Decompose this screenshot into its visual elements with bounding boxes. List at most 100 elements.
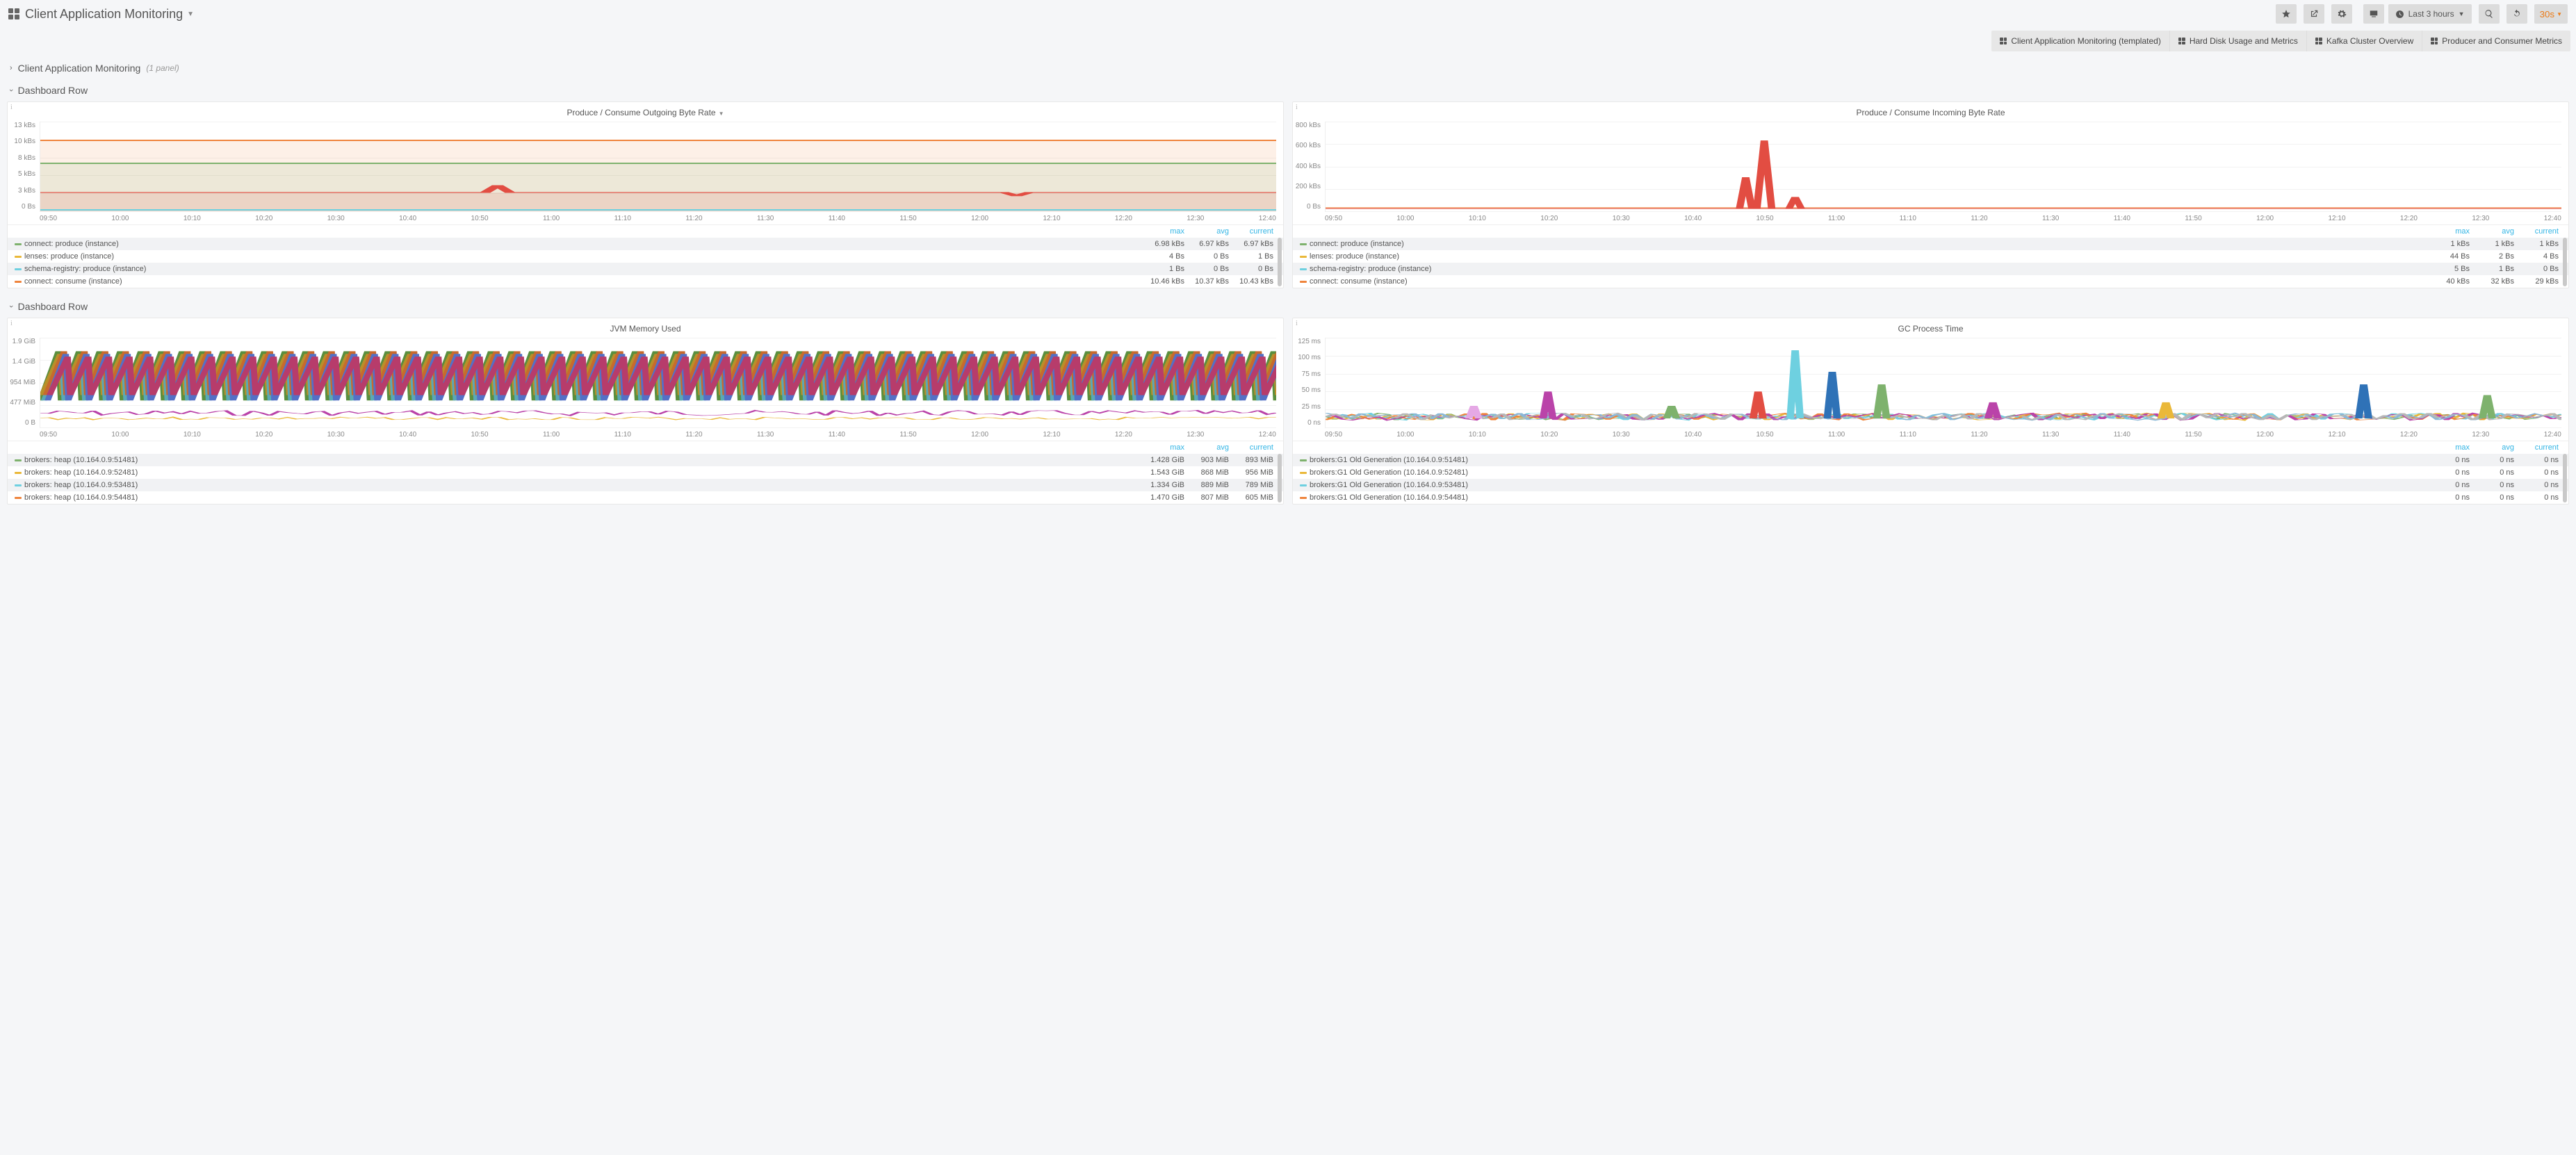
panel-info-icon[interactable]: i <box>10 320 13 327</box>
row-header-collapsed[interactable]: › Client Application Monitoring (1 panel… <box>0 57 2576 79</box>
y-axis-ticks: 1.9 GiB1.4 GiB954 MiB477 MiB0 B <box>8 336 38 428</box>
dashboard-link-label: Kafka Cluster Overview <box>2326 36 2413 46</box>
series-current: 0 ns <box>2514 493 2559 502</box>
series-max: 4 Bs <box>1140 252 1184 261</box>
dashboard-links: Client Application Monitoring (templated… <box>1991 31 2570 51</box>
panel-title[interactable]: Produce / Consume Outgoing Byte Rate▼ <box>8 102 1283 120</box>
dashboard-link[interactable]: Client Application Monitoring (templated… <box>1991 31 2169 51</box>
legend-scroll[interactable]: brokers: heap (10.164.0.9:51481)1.428 Gi… <box>8 454 1283 504</box>
refresh-interval-dropdown[interactable]: 30s ▼ <box>2534 4 2568 24</box>
legend-row[interactable]: lenses: produce (instance)4 Bs0 Bs1 Bs <box>8 250 1283 263</box>
series-name: connect: consume (instance) <box>24 277 1140 286</box>
legend: maxavgcurrentconnect: produce (instance)… <box>8 224 1283 288</box>
series-max: 0 ns <box>2425 481 2470 489</box>
legend-row[interactable]: brokers:G1 Old Generation (10.164.0.9:52… <box>1293 466 2568 479</box>
series-current: 956 MiB <box>1229 468 1273 477</box>
dashboard-link[interactable]: Hard Disk Usage and Metrics <box>2170 31 2307 51</box>
series-color-swatch <box>1300 256 1307 258</box>
series-name: brokers:G1 Old Generation (10.164.0.9:52… <box>1310 468 2425 477</box>
share-button[interactable] <box>2304 4 2324 24</box>
series-max: 1.470 GiB <box>1140 493 1184 502</box>
dashboard-link[interactable]: Kafka Cluster Overview <box>2307 31 2422 51</box>
series-color-swatch <box>15 459 22 461</box>
chart-area[interactable]: 1.9 GiB1.4 GiB954 MiB477 MiB0 B09:5010:0… <box>8 336 1283 441</box>
legend-scroll[interactable]: connect: produce (instance)1 kBs1 kBs1 k… <box>1293 238 2568 288</box>
chart-area[interactable]: 800 kBs600 kBs400 kBs200 kBs0 Bs09:5010:… <box>1293 120 2568 224</box>
settings-button[interactable] <box>2331 4 2352 24</box>
chevron-down-icon: ▼ <box>2557 11 2562 17</box>
series-current: 1 Bs <box>1229 252 1273 261</box>
star-button[interactable] <box>2276 4 2297 24</box>
series-max: 0 ns <box>2425 456 2470 464</box>
series-current: 0 Bs <box>2514 265 2559 273</box>
series-current: 789 MiB <box>1229 481 1273 489</box>
legend-row[interactable]: brokers:G1 Old Generation (10.164.0.9:54… <box>1293 491 2568 504</box>
legend-row[interactable]: brokers:G1 Old Generation (10.164.0.9:51… <box>1293 454 2568 466</box>
time-range-picker[interactable]: Last 3 hours ▼ <box>2388 4 2472 24</box>
series-name: brokers: heap (10.164.0.9:52481) <box>24 468 1140 477</box>
series-avg: 0 ns <box>2470 468 2514 477</box>
series-avg: 0 ns <box>2470 456 2514 464</box>
legend-row[interactable]: connect: consume (instance)40 kBs32 kBs2… <box>1293 275 2568 288</box>
series-current: 29 kBs <box>2514 277 2559 286</box>
series-avg: 0 ns <box>2470 493 2514 502</box>
legend-scroll[interactable]: brokers:G1 Old Generation (10.164.0.9:51… <box>1293 454 2568 504</box>
panel-info-icon[interactable]: i <box>1296 320 1298 327</box>
series-max: 1.428 GiB <box>1140 456 1184 464</box>
legend: maxavgcurrentbrokers: heap (10.164.0.9:5… <box>8 441 1283 504</box>
series-color-swatch <box>15 256 22 258</box>
legend-row[interactable]: connect: consume (instance)10.46 kBs10.3… <box>8 275 1283 288</box>
series-max: 0 ns <box>2425 493 2470 502</box>
series-color-swatch <box>1300 497 1307 499</box>
series-max: 5 Bs <box>2425 265 2470 273</box>
series-name: brokers: heap (10.164.0.9:54481) <box>24 493 1140 502</box>
row-title: Dashboard Row <box>18 85 88 96</box>
series-max: 0 ns <box>2425 468 2470 477</box>
dashboard-icon <box>2178 38 2185 44</box>
legend-row[interactable]: schema-registry: produce (instance)5 Bs1… <box>1293 263 2568 275</box>
legend-row[interactable]: brokers: heap (10.164.0.9:52481)1.543 Gi… <box>8 466 1283 479</box>
series-name: schema-registry: produce (instance) <box>1310 265 2425 273</box>
legend-row[interactable]: connect: produce (instance)1 kBs1 kBs1 k… <box>1293 238 2568 250</box>
series-name: connect: consume (instance) <box>1310 277 2425 286</box>
series-avg: 903 MiB <box>1184 456 1229 464</box>
chevron-right-icon: › <box>10 64 13 72</box>
legend-header: maxavgcurrent <box>8 225 1283 238</box>
panel-title[interactable]: Produce / Consume Incoming Byte Rate <box>1293 102 2568 120</box>
top-left: Client Application Monitoring ▼ <box>8 7 194 22</box>
series-color-swatch <box>1300 472 1307 474</box>
series-current: 10.43 kBs <box>1229 277 1273 286</box>
tv-mode-button[interactable] <box>2363 4 2384 24</box>
dashboard-link[interactable]: Producer and Consumer Metrics <box>2422 31 2570 51</box>
dashboard-title-dropdown[interactable]: Client Application Monitoring ▼ <box>25 7 194 22</box>
series-max: 40 kBs <box>2425 277 2470 286</box>
series-current: 0 ns <box>2514 481 2559 489</box>
panel-info-icon[interactable]: i <box>1296 104 1298 111</box>
panel-info-icon[interactable]: i <box>10 104 13 111</box>
panel-title[interactable]: GC Process Time <box>1293 318 2568 336</box>
legend-row[interactable]: brokers: heap (10.164.0.9:53481)1.334 Gi… <box>8 479 1283 491</box>
legend-scroll[interactable]: connect: produce (instance)6.98 kBs6.97 … <box>8 238 1283 288</box>
legend-row[interactable]: schema-registry: produce (instance)1 Bs0… <box>8 263 1283 275</box>
series-name: connect: produce (instance) <box>24 240 1140 248</box>
plot-area <box>1325 338 2561 428</box>
series-max: 1 kBs <box>2425 240 2470 248</box>
legend: maxavgcurrentbrokers:G1 Old Generation (… <box>1293 441 2568 504</box>
legend-row[interactable]: lenses: produce (instance)44 Bs2 Bs4 Bs <box>1293 250 2568 263</box>
series-max: 44 Bs <box>2425 252 2470 261</box>
chart-area[interactable]: 13 kBs10 kBs8 kBs5 kBs3 kBs0 Bs09:5010:0… <box>8 120 1283 224</box>
legend-row[interactable]: connect: produce (instance)6.98 kBs6.97 … <box>8 238 1283 250</box>
refresh-button[interactable] <box>2506 4 2527 24</box>
dashboard-icon <box>2000 38 2007 44</box>
legend-row[interactable]: brokers:G1 Old Generation (10.164.0.9:53… <box>1293 479 2568 491</box>
chart-area[interactable]: 125 ms100 ms75 ms50 ms25 ms0 ns09:5010:0… <box>1293 336 2568 441</box>
legend-row[interactable]: brokers: heap (10.164.0.9:54481)1.470 Gi… <box>8 491 1283 504</box>
top-bar: Client Application Monitoring ▼ Last 3 h… <box>0 0 2576 28</box>
row-header-expanded[interactable]: › Dashboard Row <box>0 295 2576 318</box>
legend-row[interactable]: brokers: heap (10.164.0.9:51481)1.428 Gi… <box>8 454 1283 466</box>
row-header-expanded[interactable]: › Dashboard Row <box>0 79 2576 101</box>
panel-outgoing-byte-rate: iProduce / Consume Outgoing Byte Rate▼13… <box>7 101 1284 288</box>
zoom-out-button[interactable] <box>2479 4 2500 24</box>
panel-title[interactable]: JVM Memory Used <box>8 318 1283 336</box>
legend-header: maxavgcurrent <box>1293 441 2568 454</box>
